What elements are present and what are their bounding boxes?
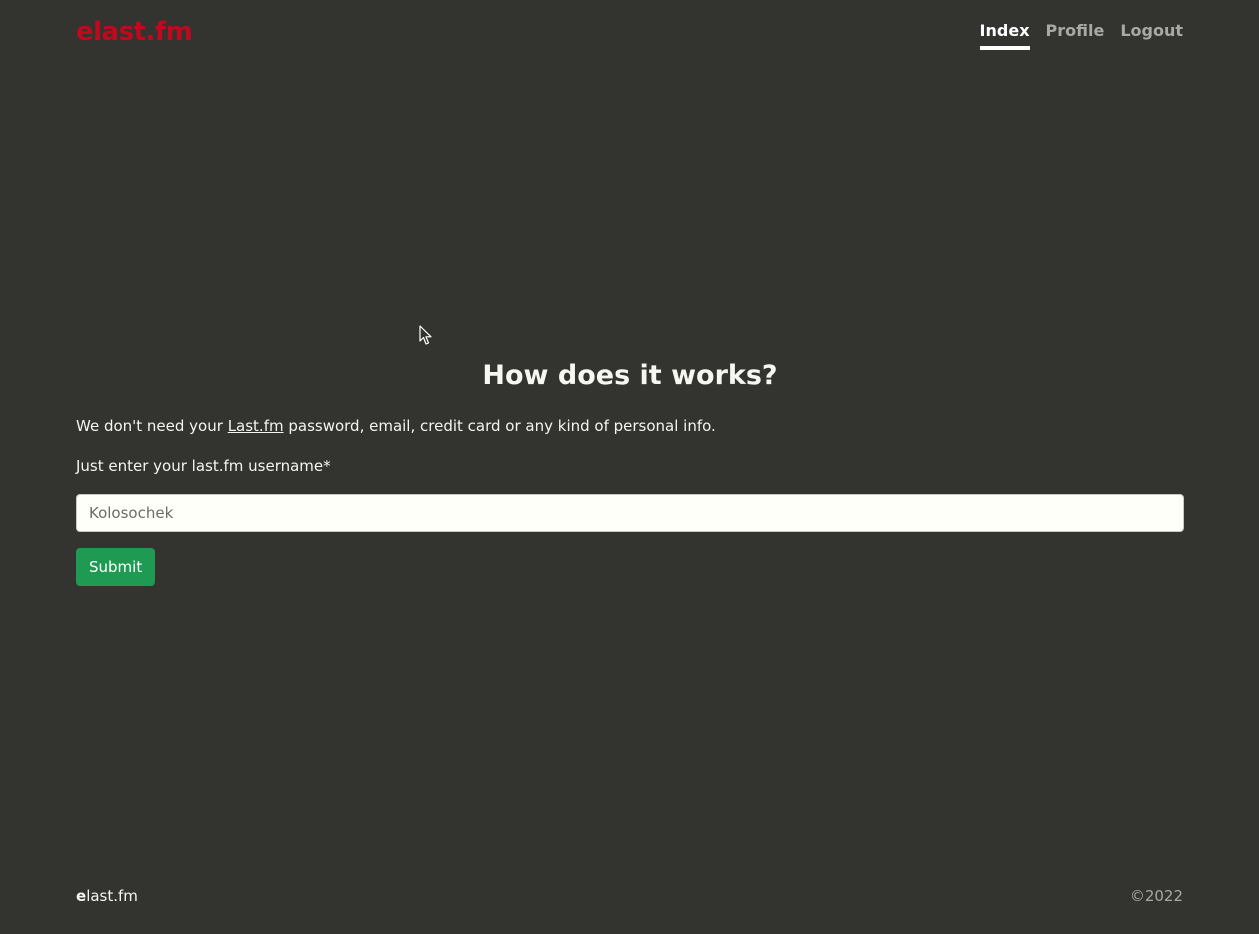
- nav-item-profile[interactable]: Profile: [1046, 18, 1105, 50]
- submit-button[interactable]: Submit: [76, 548, 156, 586]
- username-input[interactable]: [76, 494, 1184, 532]
- page-title: How does it works?: [482, 360, 778, 391]
- lastfm-link[interactable]: Last.fm: [228, 417, 284, 435]
- main-content: How does it works? We don't need your La…: [76, 358, 1184, 586]
- nav-item-index[interactable]: Index: [979, 18, 1030, 50]
- nav-item-logout[interactable]: Logout: [1120, 18, 1183, 50]
- intro-text: We don't need your Last.fm password, ema…: [76, 414, 1184, 438]
- username-label: Just enter your last.fm username*: [76, 457, 331, 475]
- footer-brand: elast.fm: [76, 886, 138, 906]
- copyright: ©2022: [1129, 887, 1183, 905]
- footer-brand-prefix: e: [76, 887, 87, 905]
- intro-text-end: password, email, credit card or any kind…: [283, 417, 716, 435]
- footer-brand-rest: last.fm: [86, 887, 138, 905]
- intro-text-start: We don't need your: [76, 417, 228, 435]
- top-nav: Index Profile Logout: [979, 18, 1183, 50]
- brand-logo[interactable]: elast.fm: [76, 16, 193, 48]
- mouse-cursor-icon: [419, 325, 432, 345]
